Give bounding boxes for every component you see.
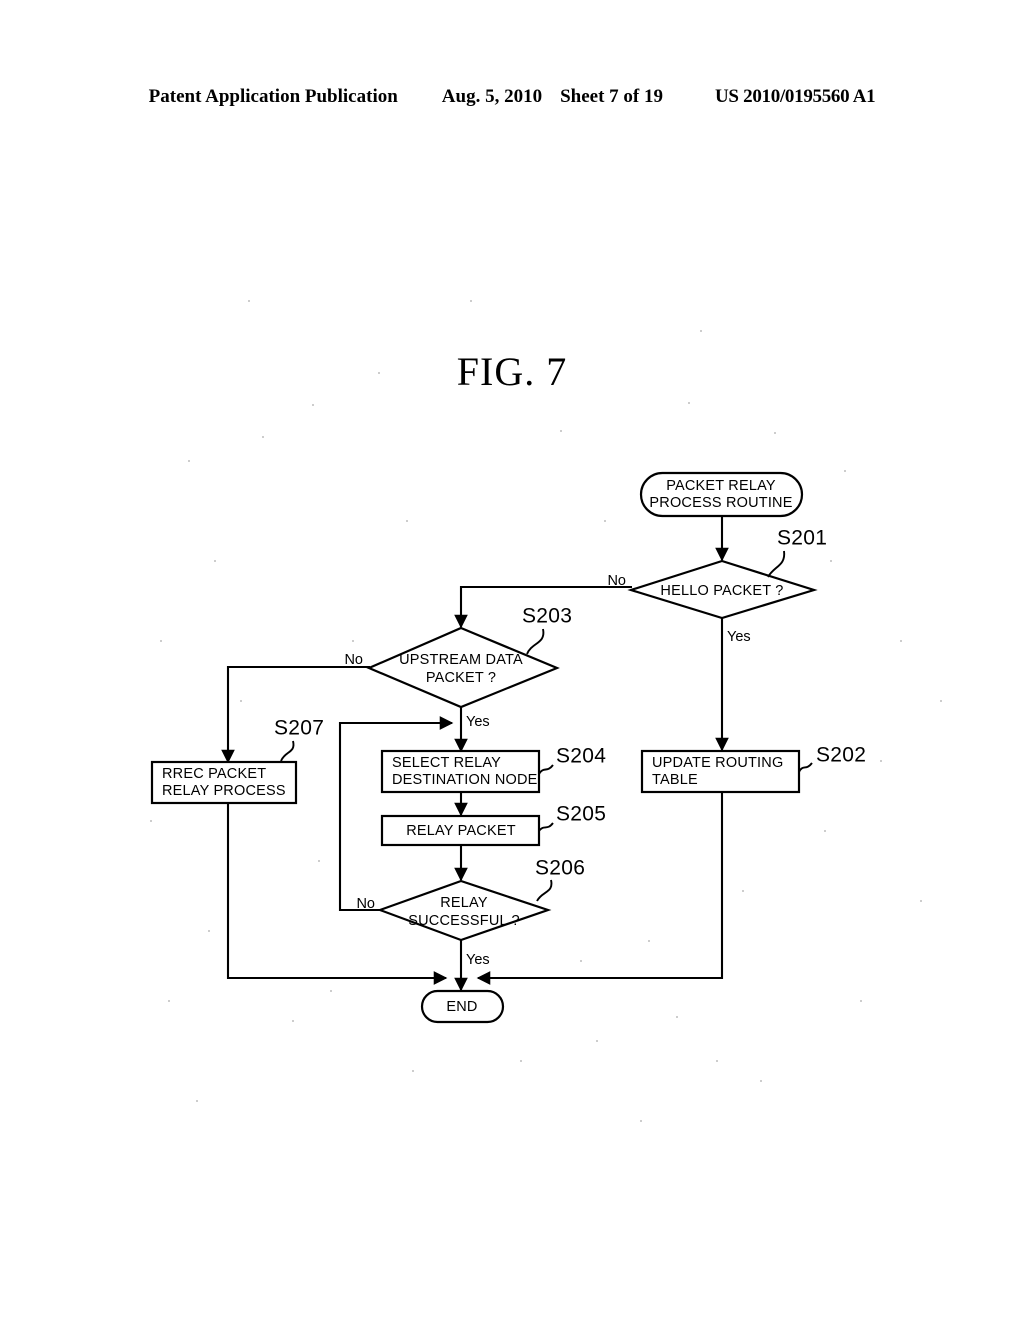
page-speckle (318, 860, 320, 862)
page-speckle (774, 432, 776, 434)
leader-s207 (280, 740, 295, 762)
branch-label-hello-yes: Yes (727, 629, 751, 645)
leader-s203 (526, 628, 545, 655)
page-speckle (214, 560, 216, 562)
page-speckle (208, 930, 210, 932)
page-speckle (648, 940, 650, 942)
page-speckle (760, 1080, 762, 1082)
page-speckle (168, 1000, 170, 1002)
page-speckle (716, 1060, 718, 1062)
node-end: END (420, 989, 505, 1024)
page-speckle (378, 372, 380, 374)
node-update-routing-table-line2: TABLE (652, 772, 698, 788)
leader-s206 (536, 879, 553, 902)
node-update-routing-table: UPDATE ROUTING TABLE (640, 749, 801, 794)
branch-label-hello-no: No (607, 573, 626, 589)
page-speckle (596, 1040, 598, 1042)
step-label-s204: S204 (556, 745, 606, 768)
page-speckle (742, 890, 744, 892)
page-speckle (676, 1016, 678, 1018)
node-rrec-line2: RELAY PROCESS (162, 783, 286, 799)
leader-s205 (538, 822, 554, 832)
node-start-line1: PACKET RELAY (666, 478, 776, 494)
page-speckle (700, 330, 702, 332)
step-label-s207: S207 (274, 717, 324, 740)
node-start: PACKET RELAY PROCESS ROUTINE (639, 471, 804, 518)
page-speckle (470, 300, 472, 302)
page-speckle (880, 760, 882, 762)
node-hello-packet: HELLO PACKET ? (627, 559, 818, 620)
leader-s204 (538, 764, 554, 775)
node-update-routing-table-line1: UPDATE ROUTING (652, 755, 783, 771)
page-speckle (352, 640, 354, 642)
node-relay-successful-line2: SUCCESSFUL ? (408, 913, 519, 929)
page-speckle (240, 700, 242, 702)
node-rrec-line1: RREC PACKET (162, 766, 266, 782)
branch-label-relay-no: No (356, 896, 375, 912)
branch-label-relay-yes: Yes (466, 952, 490, 968)
node-relay-packet-label: RELAY PACKET (406, 823, 516, 839)
page-speckle (604, 520, 606, 522)
node-rrec-packet-relay-process: RREC PACKET RELAY PROCESS (150, 760, 298, 805)
page-speckle (520, 1060, 522, 1062)
node-select-relay-line2: DESTINATION NODE (392, 772, 538, 788)
page-speckle (406, 520, 408, 522)
page-speckle (188, 460, 190, 462)
connector-upstream-no-to-rrec (221, 665, 370, 764)
page-speckle (580, 960, 582, 962)
step-label-s203: S203 (522, 605, 572, 628)
page-speckle (920, 900, 922, 902)
page-speckle (640, 1120, 642, 1122)
page-speckle (160, 640, 162, 642)
branch-label-upstream-no: No (344, 652, 363, 668)
leader-s201 (767, 550, 786, 578)
node-select-relay-line1: SELECT RELAY (392, 755, 501, 771)
page-speckle (824, 830, 826, 832)
node-upstream-data-packet-line2: PACKET ? (426, 670, 496, 686)
page-speckle (248, 300, 250, 302)
page-speckle (330, 990, 332, 992)
page-speckle (860, 1000, 862, 1002)
node-relay-successful-line1: RELAY (440, 895, 488, 911)
node-hello-packet-label: HELLO PACKET ? (660, 583, 783, 599)
step-label-s205: S205 (556, 803, 606, 826)
node-relay-successful: RELAY SUCCESSFUL ? (376, 879, 552, 942)
page-speckle (940, 700, 942, 702)
node-upstream-data-packet-line1: UPSTREAM DATA (399, 652, 523, 668)
node-upstream-data-packet: UPSTREAM DATA PACKET ? (366, 626, 560, 709)
page-speckle (560, 430, 562, 432)
branch-label-upstream-yes: Yes (466, 714, 490, 730)
page-speckle (262, 436, 264, 438)
node-start-line2: PROCESS ROUTINE (649, 495, 792, 511)
step-label-s201: S201 (777, 527, 827, 550)
page-speckle (312, 404, 314, 406)
step-label-s206: S206 (535, 857, 585, 880)
page-speckle (412, 1070, 414, 1072)
node-end-label: END (446, 999, 477, 1015)
flowchart-diagram: PACKET RELAY PROCESS ROUTINE HELLO PACKE… (0, 0, 1024, 1320)
node-relay-packet: RELAY PACKET (380, 814, 541, 847)
page-speckle (900, 640, 902, 642)
page-speckle (830, 560, 832, 562)
page-speckle (844, 470, 846, 472)
page-speckle (196, 1100, 198, 1102)
leader-s202 (798, 762, 813, 773)
step-label-s202: S202 (816, 744, 866, 767)
page-speckle (150, 820, 152, 822)
node-select-relay-destination: SELECT RELAY DESTINATION NODE (380, 749, 541, 794)
page-speckle (688, 402, 690, 404)
page-speckle (292, 1020, 294, 1022)
